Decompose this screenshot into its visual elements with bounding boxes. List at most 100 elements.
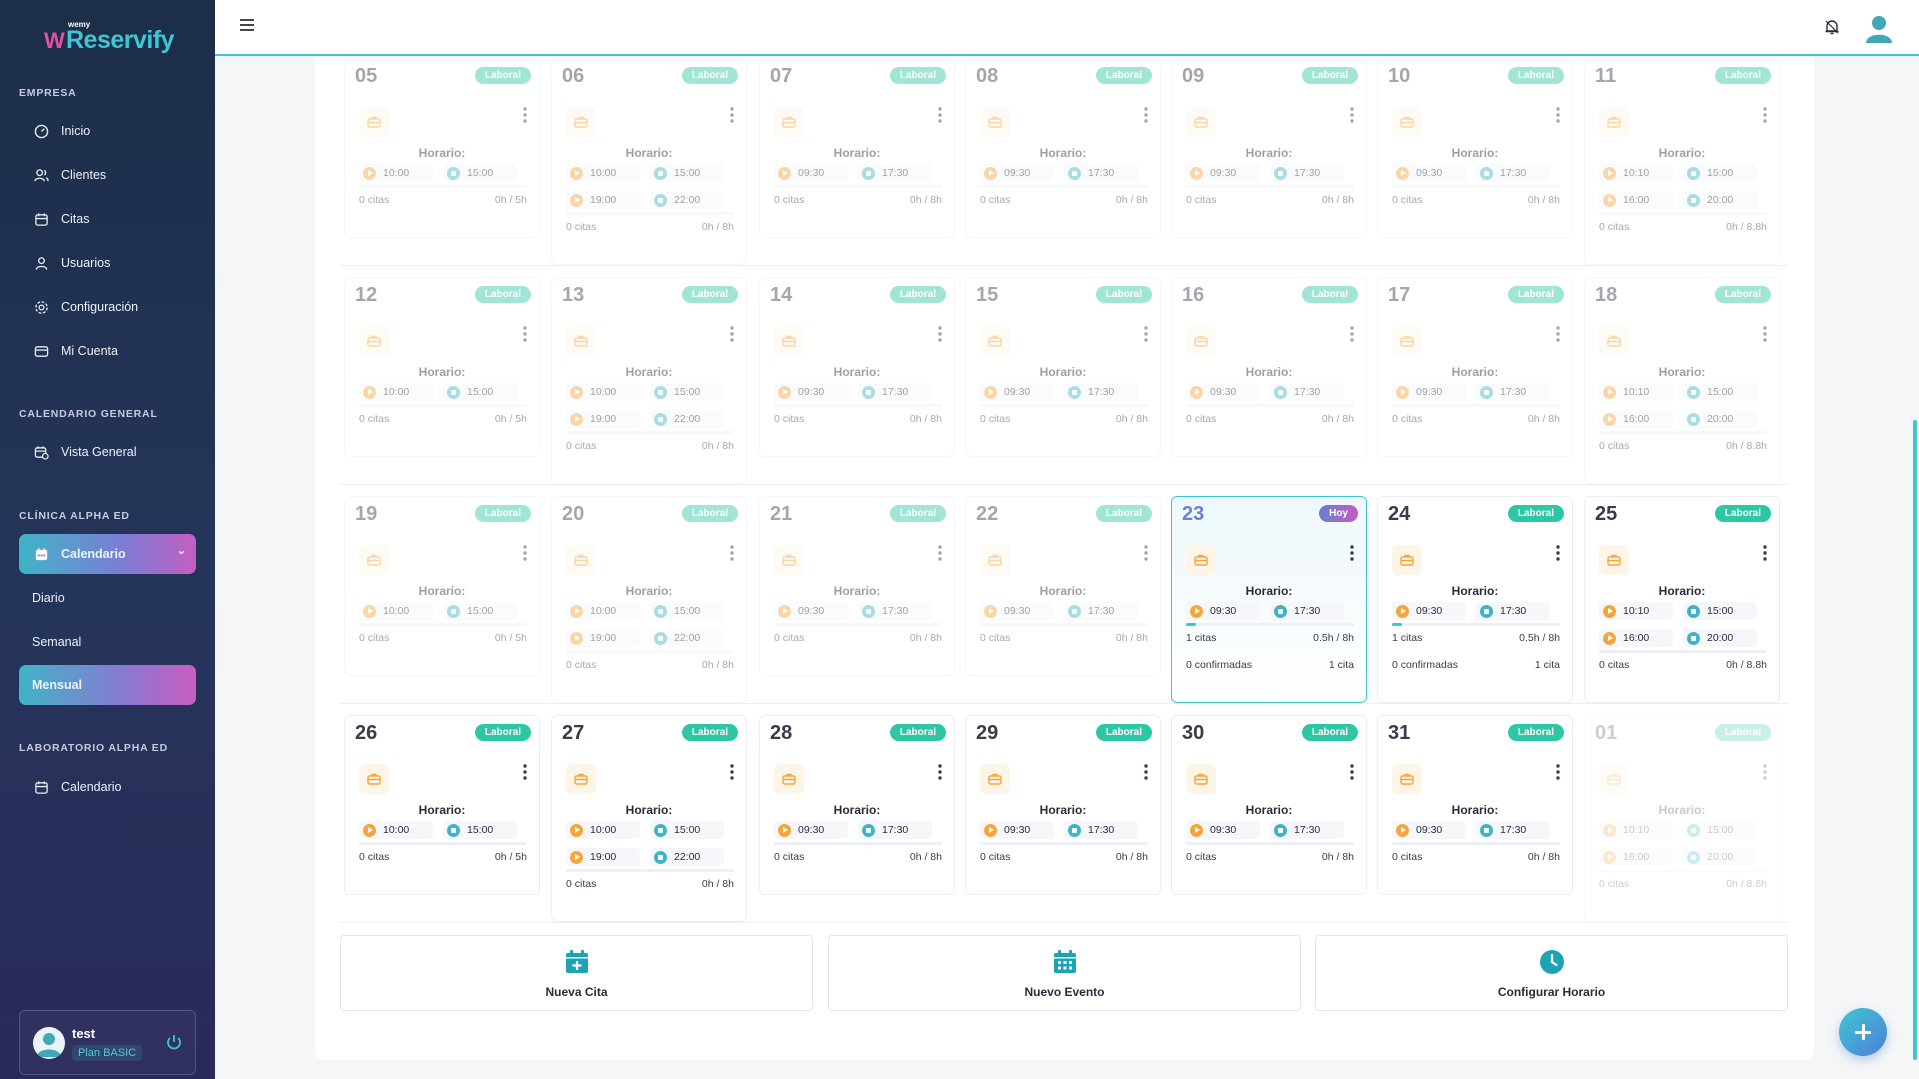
time-value: 15:00 bbox=[467, 824, 494, 836]
more-options-icon[interactable] bbox=[1350, 107, 1354, 123]
day-summary: 0 citas 0h / 5h bbox=[359, 413, 527, 425]
more-options-icon[interactable] bbox=[730, 107, 734, 123]
more-options-icon[interactable] bbox=[1763, 764, 1767, 780]
more-options-icon[interactable] bbox=[730, 545, 734, 561]
day-status-badge: Laboral bbox=[474, 286, 531, 303]
account-avatar-icon[interactable] bbox=[1863, 12, 1895, 44]
day-card[interactable]: 12 Laboral Horario: 10:00 15:00 0 citas 0h / 5… bbox=[344, 277, 540, 457]
bell-icon[interactable] bbox=[1824, 18, 1840, 36]
day-card[interactable]: 19 Laboral Horario: 10:00 15:00 0 citas 0h / 5… bbox=[344, 496, 540, 676]
more-options-icon[interactable] bbox=[1350, 326, 1354, 342]
more-options-icon[interactable] bbox=[938, 764, 942, 780]
day-card[interactable]: 11 Laboral Horario: 10:10 15:00 16:00 20:00 0 c… bbox=[1584, 58, 1780, 265]
slot-start-time: 09:30 bbox=[774, 602, 848, 620]
day-card[interactable]: 26 Laboral Horario: 10:00 15:00 0 citas 0h / 5… bbox=[344, 715, 540, 895]
day-confirmations: 0 confirmadas 1 cita bbox=[1392, 659, 1560, 671]
more-options-icon[interactable] bbox=[938, 545, 942, 561]
day-card[interactable]: 22 Laboral Horario: 09:30 17:30 0 citas 0h / 8… bbox=[965, 496, 1161, 676]
more-options-icon[interactable] bbox=[523, 764, 527, 780]
sidebar-item-calendario-clinica[interactable]: Calendario ⌄ bbox=[19, 534, 196, 574]
briefcase-icon bbox=[774, 545, 804, 575]
logo-letter: W bbox=[44, 28, 65, 53]
day-card[interactable]: 10 Laboral Horario: 09:30 17:30 0 citas 0h / 8… bbox=[1377, 58, 1573, 238]
more-options-icon[interactable] bbox=[1144, 107, 1148, 123]
chevron-down-icon: ⌄ bbox=[176, 545, 186, 557]
day-card[interactable]: 25 Laboral Horario: 10:10 15:00 16:00 20:00 0 c… bbox=[1584, 496, 1780, 703]
more-options-icon[interactable] bbox=[1144, 764, 1148, 780]
day-card[interactable]: 13 Laboral Horario: 10:00 15:00 19:00 22:00 0 c… bbox=[551, 277, 747, 484]
new-appointment-button[interactable]: Nueva Cita bbox=[340, 935, 813, 1011]
app-logo[interactable]: wemy W Reservify bbox=[44, 20, 184, 60]
day-card[interactable]: 07 Laboral Horario: 09:30 17:30 0 citas 0h / 8… bbox=[759, 58, 955, 238]
briefcase-icon bbox=[1392, 545, 1422, 575]
day-summary: 0 citas 0h / 8h bbox=[566, 440, 734, 452]
power-icon[interactable] bbox=[165, 1033, 183, 1051]
more-options-icon[interactable] bbox=[1763, 326, 1767, 342]
sidebar-subitem-semanal[interactable]: Semanal bbox=[19, 622, 196, 662]
day-card[interactable]: 30 Laboral Horario: 09:30 17:30 0 citas 0h / 8… bbox=[1171, 715, 1367, 895]
day-card[interactable]: 27 Laboral Horario: 10:00 15:00 19:00 22:00 0 c… bbox=[551, 715, 747, 922]
stop-icon bbox=[1687, 193, 1700, 207]
slot-end-time: 17:30 bbox=[1270, 821, 1344, 839]
hamburger-menu-icon[interactable] bbox=[239, 17, 255, 33]
stop-icon bbox=[1274, 604, 1287, 618]
more-options-icon[interactable] bbox=[1556, 107, 1560, 123]
more-options-icon[interactable] bbox=[523, 107, 527, 123]
briefcase-icon bbox=[1599, 545, 1629, 575]
more-options-icon[interactable] bbox=[1350, 545, 1354, 561]
more-options-icon[interactable] bbox=[523, 326, 527, 342]
appointments-count: 0 citas bbox=[774, 413, 805, 425]
day-card[interactable]: 17 Laboral Horario: 09:30 17:30 0 citas 0h / 8… bbox=[1377, 277, 1573, 457]
floating-add-button[interactable] bbox=[1839, 1008, 1887, 1056]
configure-schedule-button[interactable]: Configurar Horario bbox=[1315, 935, 1788, 1011]
day-status-badge: Laboral bbox=[474, 505, 531, 522]
day-card[interactable]: 18 Laboral Horario: 10:10 15:00 16:00 20:00 0 c… bbox=[1584, 277, 1780, 484]
day-card[interactable]: 23 Hoy Horario: 09:30 17:30 1 citas 0.5h / 8h 0… bbox=[1171, 496, 1367, 703]
sidebar-item-mi-cuenta[interactable]: Mi Cuenta bbox=[19, 332, 196, 370]
day-card[interactable]: 05 Laboral Horario: 10:00 15:00 0 citas 0h / 5… bbox=[344, 58, 540, 238]
scrollbar[interactable] bbox=[1913, 420, 1917, 1060]
sidebar-item-clientes[interactable]: Clientes bbox=[19, 156, 196, 194]
more-options-icon[interactable] bbox=[730, 764, 734, 780]
sidebar-item-usuarios[interactable]: Usuarios bbox=[19, 244, 196, 282]
sidebar-item-configuracion[interactable]: Configuración bbox=[19, 288, 196, 326]
sidebar-item-label: Calendario bbox=[61, 547, 126, 561]
more-options-icon[interactable] bbox=[1350, 764, 1354, 780]
day-card[interactable]: 06 Laboral Horario: 10:00 15:00 19:00 22:00 0 c… bbox=[551, 58, 747, 265]
avatar[interactable] bbox=[33, 1027, 65, 1059]
more-options-icon[interactable] bbox=[523, 545, 527, 561]
more-options-icon[interactable] bbox=[1144, 545, 1148, 561]
play-icon bbox=[984, 604, 997, 618]
more-options-icon[interactable] bbox=[1763, 545, 1767, 561]
sidebar-item-inicio[interactable]: Inicio bbox=[19, 112, 196, 150]
day-card[interactable]: 31 Laboral Horario: 09:30 17:30 0 citas 0h / 8… bbox=[1377, 715, 1573, 895]
day-card[interactable]: 24 Laboral Horario: 09:30 17:30 1 citas 0.5h /… bbox=[1377, 496, 1573, 703]
more-options-icon[interactable] bbox=[938, 107, 942, 123]
day-card[interactable]: 21 Laboral Horario: 09:30 17:30 0 citas 0h / 8… bbox=[759, 496, 955, 676]
more-options-icon[interactable] bbox=[1556, 545, 1560, 561]
day-card[interactable]: 16 Laboral Horario: 09:30 17:30 0 citas 0h / 8… bbox=[1171, 277, 1367, 457]
day-card[interactable]: 09 Laboral Horario: 09:30 17:30 0 citas 0h / 8… bbox=[1171, 58, 1367, 238]
more-options-icon[interactable] bbox=[1556, 764, 1560, 780]
sidebar-item-calendario-laboratorio[interactable]: Calendario bbox=[19, 768, 196, 806]
sidebar-item-vista-general[interactable]: Vista General bbox=[19, 433, 196, 471]
more-options-icon[interactable] bbox=[1556, 326, 1560, 342]
more-options-icon[interactable] bbox=[730, 326, 734, 342]
day-card[interactable]: 01 Laboral Horario: 10:10 15:00 16:00 20:00 0 c… bbox=[1584, 715, 1780, 922]
day-card[interactable]: 08 Laboral Horario: 09:30 17:30 0 citas 0h / 8… bbox=[965, 58, 1161, 238]
day-card[interactable]: 14 Laboral Horario: 09:30 17:30 0 citas 0h / 8… bbox=[759, 277, 955, 457]
more-options-icon[interactable] bbox=[1763, 107, 1767, 123]
sidebar-item-citas[interactable]: Citas bbox=[19, 200, 196, 238]
time-value: 17:30 bbox=[1294, 605, 1321, 617]
day-card[interactable]: 28 Laboral Horario: 09:30 17:30 0 citas 0h / 8… bbox=[759, 715, 955, 895]
schedule-label: Horario: bbox=[418, 365, 466, 379]
sidebar-subitem-diario[interactable]: Diario bbox=[19, 578, 196, 618]
more-options-icon[interactable] bbox=[938, 326, 942, 342]
sidebar-subitem-mensual[interactable]: Mensual bbox=[19, 665, 196, 705]
day-card[interactable]: 29 Laboral Horario: 09:30 17:30 0 citas 0h / 8… bbox=[965, 715, 1161, 895]
new-event-button[interactable]: Nuevo Evento bbox=[828, 935, 1301, 1011]
day-card[interactable]: 20 Laboral Horario: 10:00 15:00 19:00 22:00 0 c… bbox=[551, 496, 747, 703]
briefcase-icon bbox=[1392, 764, 1422, 794]
more-options-icon[interactable] bbox=[1144, 326, 1148, 342]
day-card[interactable]: 15 Laboral Horario: 09:30 17:30 0 citas 0h / 8… bbox=[965, 277, 1161, 457]
